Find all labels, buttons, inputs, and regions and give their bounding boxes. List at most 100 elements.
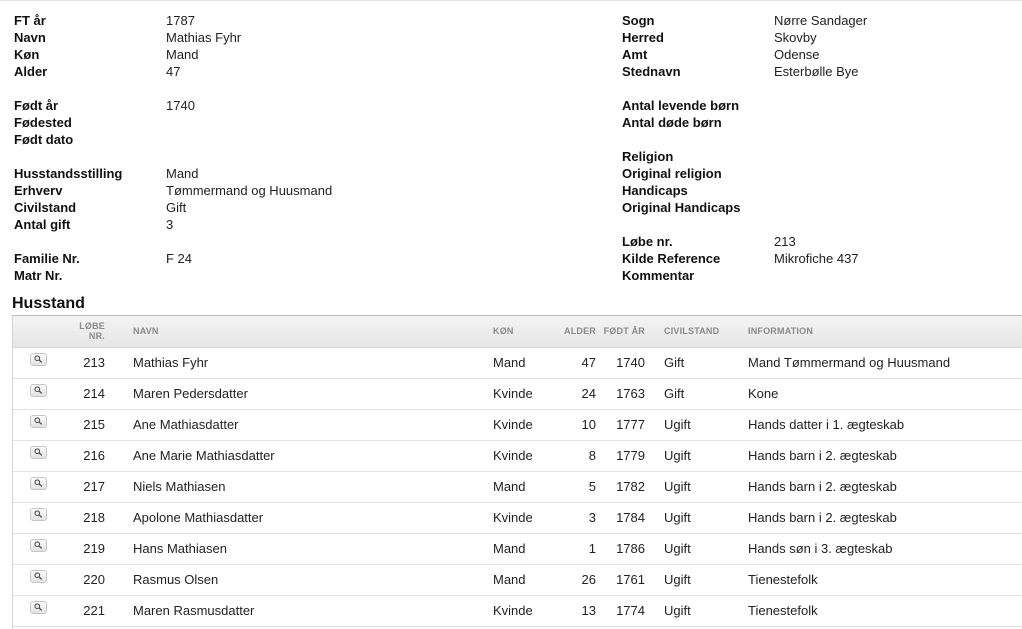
magnifier-icon xyxy=(34,386,43,394)
household-title: Husstand xyxy=(12,295,85,312)
view-person-button[interactable] xyxy=(30,539,47,553)
lobe-nr-cell: 218 xyxy=(63,502,105,534)
view-cell xyxy=(13,440,63,472)
field-label: Kommentar xyxy=(622,268,695,283)
record-field: Født år 1740 xyxy=(14,97,604,114)
alder-cell: 5 xyxy=(553,471,596,503)
col-header-kon[interactable]: Køn xyxy=(493,316,553,348)
navn-cell[interactable]: Ane Mathiasdatter xyxy=(105,409,493,441)
record-field: Fødested xyxy=(14,114,604,131)
kon-cell: Kvinde xyxy=(493,440,553,472)
alder-cell: 1 xyxy=(553,533,596,565)
magnifier-icon xyxy=(34,417,43,425)
alder-cell: 3 xyxy=(553,502,596,534)
kon-cell: Kvinde xyxy=(493,595,553,627)
civilstand-cell: Gift xyxy=(645,347,729,379)
field-label: Original religion xyxy=(622,166,722,181)
field-label: Løbe nr. xyxy=(622,234,673,249)
navn-cell[interactable]: Ane Marie Mathiasdatter xyxy=(105,440,493,472)
field-value: Gift xyxy=(166,200,187,215)
field-label: Antal døde børn xyxy=(622,115,722,130)
household-table-wrap: Løbe nr. Navn Køn Alder Født år Civilsta… xyxy=(12,315,1022,629)
lobe-nr-cell: 215 xyxy=(63,409,105,441)
col-header-fodt-aar[interactable]: Født år xyxy=(596,316,645,348)
view-person-button[interactable] xyxy=(30,353,47,367)
record-field: Sogn Nørre Sandager xyxy=(622,12,1012,29)
field-spacer xyxy=(14,148,604,165)
record-field: Navn Mathias Fyhr xyxy=(14,29,604,46)
record-field: FT år 1787 xyxy=(14,12,604,29)
navn-cell[interactable]: Rasmus Olsen xyxy=(105,564,493,596)
alder-cell: 26 xyxy=(553,564,596,596)
record-field: Født dato xyxy=(14,131,604,148)
lobe-nr-cell: 221 xyxy=(63,595,105,627)
record-field: Herred Skovby xyxy=(622,29,1012,46)
col-header-navn[interactable]: Navn xyxy=(105,316,493,348)
view-person-button[interactable] xyxy=(30,508,47,522)
alder-cell: 24 xyxy=(553,378,596,410)
household-row[interactable]: 221 Maren Rasmusdatter Kvinde 13 1774 Ugift Ti… xyxy=(13,595,1022,627)
view-person-button[interactable] xyxy=(30,384,47,398)
col-header-information[interactable]: Information xyxy=(729,316,1022,348)
household-row[interactable]: 214 Maren Pedersdatter Kvinde 24 1763 Gift Kon… xyxy=(13,378,1022,410)
kon-cell: Kvinde xyxy=(493,409,553,441)
view-person-button[interactable] xyxy=(30,446,47,460)
civilstand-cell: Ugift xyxy=(645,564,729,596)
navn-cell[interactable]: Niels Mathiasen xyxy=(105,471,493,503)
col-header-view xyxy=(13,316,63,348)
field-value: Nørre Sandager xyxy=(774,13,868,28)
navn-cell[interactable]: Hans Mathiasen xyxy=(105,533,493,565)
view-person-button[interactable] xyxy=(30,601,47,615)
household-row[interactable]: 217 Niels Mathiasen Mand 5 1782 Ugift Hands ba… xyxy=(13,471,1022,503)
navn-cell[interactable]: Apolone Mathiasdatter xyxy=(105,502,493,534)
field-label: Antal gift xyxy=(14,217,71,232)
record-field: Antal gift 3 xyxy=(14,216,604,233)
field-value: F 24 xyxy=(166,251,193,266)
lobe-nr-cell: 214 xyxy=(63,378,105,410)
household-row[interactable]: 218 Apolone Mathiasdatter Kvinde 3 1784 Ugift… xyxy=(13,502,1022,534)
field-label: FT år xyxy=(14,13,46,28)
kon-cell: Kvinde xyxy=(493,378,553,410)
household-row[interactable]: 220 Rasmus Olsen Mand 26 1761 Ugift Tienestefo… xyxy=(13,564,1022,596)
household-row[interactable]: 219 Hans Mathiasen Mand 1 1786 Ugift Hands søn… xyxy=(13,533,1022,565)
view-cell xyxy=(13,409,63,441)
field-label: Handicaps xyxy=(622,183,688,198)
census-record-page: FT år 1787 Navn Mathias Fyhr Køn Mand Alder 47 F… xyxy=(0,0,1022,629)
col-header-lobe-nr[interactable]: Løbe nr. xyxy=(63,316,105,348)
record-field: Alder 47 xyxy=(14,63,604,80)
field-value: Mikrofiche 437 xyxy=(774,251,859,266)
record-field: Løbe nr. 213 xyxy=(622,233,1012,250)
navn-cell[interactable]: Mathias Fyhr xyxy=(105,347,493,379)
field-spacer xyxy=(622,216,1012,233)
civilstand-cell: Ugift xyxy=(645,471,729,503)
household-row[interactable]: 216 Ane Marie Mathiasdatter Kvinde 8 1779 Ugi… xyxy=(13,440,1022,472)
household-row[interactable]: 215 Ane Mathiasdatter Kvinde 10 1777 Ugift Han… xyxy=(13,409,1022,441)
view-person-button[interactable] xyxy=(30,477,47,491)
view-person-button[interactable] xyxy=(30,570,47,584)
field-value: 3 xyxy=(166,217,174,232)
fodt-aar-cell: 1761 xyxy=(596,564,645,596)
kon-cell: Mand xyxy=(493,564,553,596)
information-cell: Kone xyxy=(729,378,1022,410)
view-cell xyxy=(13,471,63,503)
field-value: 213 xyxy=(774,234,796,249)
field-label: Familie Nr. xyxy=(14,251,80,266)
record-field: Kommentar xyxy=(622,267,1012,284)
record-field: Original religion xyxy=(622,165,1012,182)
field-spacer xyxy=(622,80,1012,97)
household-row[interactable]: 213 Mathias Fyhr Mand 47 1740 Gift Mand Tømmer… xyxy=(13,347,1022,379)
field-value: 1740 xyxy=(166,98,195,113)
view-person-button[interactable] xyxy=(30,415,47,429)
view-cell xyxy=(13,378,63,410)
navn-cell[interactable]: Maren Rasmusdatter xyxy=(105,595,493,627)
field-label: Herred xyxy=(622,30,664,45)
lobe-nr-cell: 220 xyxy=(63,564,105,596)
navn-cell[interactable]: Maren Pedersdatter xyxy=(105,378,493,410)
information-cell: Hands datter i 1. ægteskab xyxy=(729,409,1022,441)
kon-cell: Mand xyxy=(493,471,553,503)
field-label: Erhverv xyxy=(14,183,63,198)
col-header-civilstand[interactable]: Civilstand xyxy=(645,316,729,348)
household-table: Løbe nr. Navn Køn Alder Født år Civilsta… xyxy=(13,316,1022,627)
field-label: Religion xyxy=(622,149,674,164)
col-header-alder[interactable]: Alder xyxy=(553,316,596,348)
